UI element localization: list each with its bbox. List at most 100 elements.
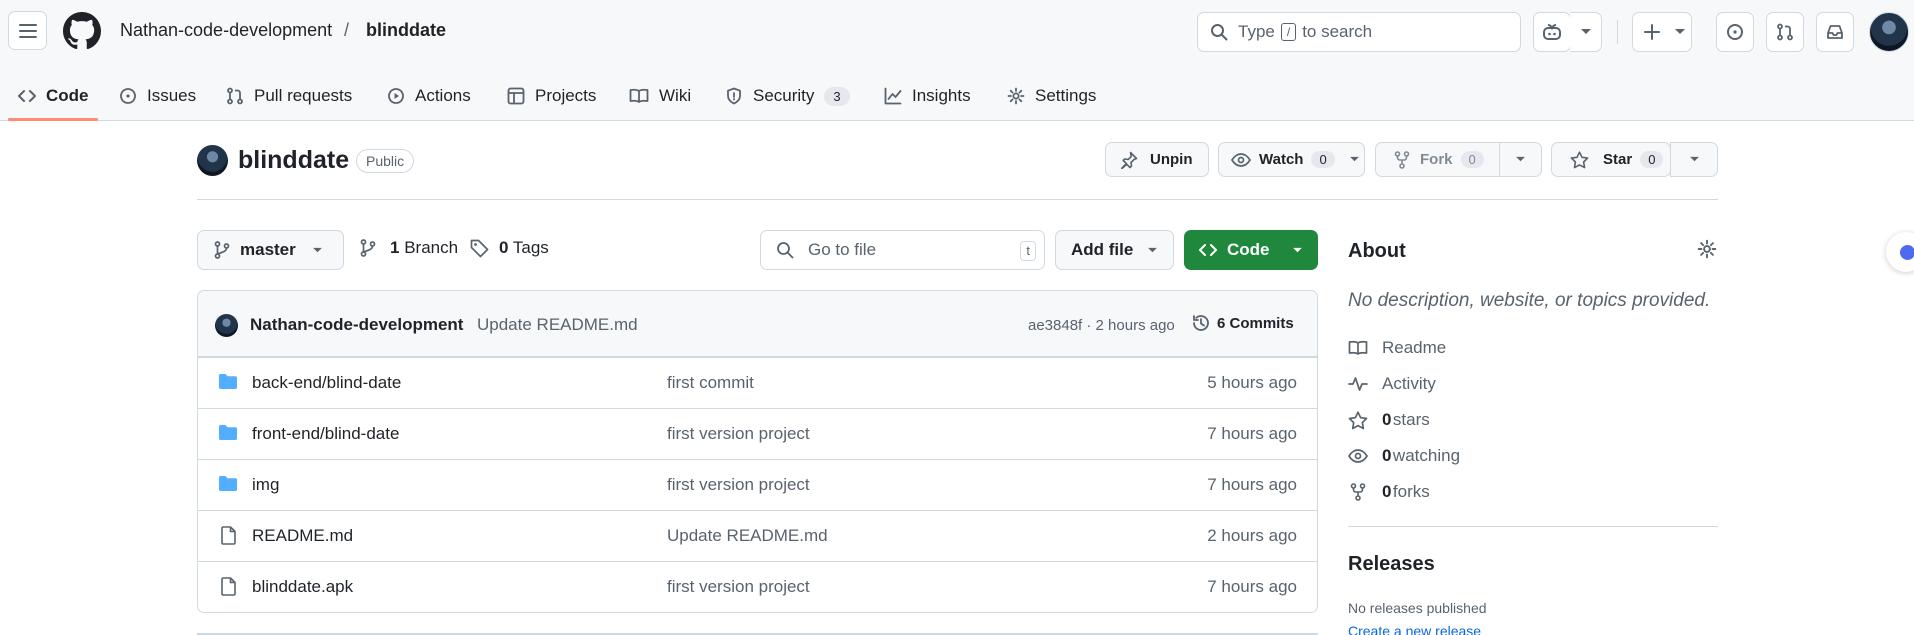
tag-count: 0: [499, 238, 509, 257]
folder-icon: [219, 425, 237, 440]
file-name[interactable]: front-end/blind-date: [252, 424, 399, 444]
file-name[interactable]: blinddate.apk: [252, 577, 353, 597]
create-new-button[interactable]: [1632, 12, 1692, 52]
file-commit-message[interactable]: first version project: [667, 475, 810, 495]
gear-icon[interactable]: [1697, 239, 1717, 259]
readme-label: Readme: [1382, 338, 1447, 357]
file-commit-time: 7 hours ago: [1207, 424, 1297, 443]
branches-link[interactable]: 1 Branch: [360, 238, 458, 258]
watch-count: 0: [1311, 151, 1335, 168]
table-row[interactable]: front-end/blind-date first version proje…: [198, 408, 1317, 459]
tab-actions-label: Actions: [415, 86, 471, 105]
eye-icon: [1348, 449, 1368, 463]
repo-title[interactable]: blinddate: [238, 146, 349, 175]
tab-code-label: Code: [46, 86, 89, 105]
breadcrumb-repo[interactable]: blinddate: [366, 20, 446, 41]
commit-hash-time[interactable]: ae3848f · 2 hours ago: [1028, 317, 1175, 334]
header-divider: [1617, 20, 1618, 44]
fork-count: 0: [1460, 151, 1484, 168]
add-file-button[interactable]: Add file: [1055, 230, 1174, 270]
tab-insights-label: Insights: [912, 86, 971, 105]
search-shortcut-key: /: [1280, 23, 1297, 41]
pull-requests-button[interactable]: [1766, 12, 1804, 52]
chevron-down-icon: [312, 247, 322, 252]
unpin-label: Unpin: [1150, 151, 1193, 168]
branch-count: 1: [390, 238, 400, 257]
tag-icon: [470, 239, 489, 257]
user-avatar[interactable]: [1869, 12, 1909, 52]
tags-link[interactable]: 0 Tags: [470, 238, 549, 258]
file-name[interactable]: img: [252, 475, 279, 495]
issues-button[interactable]: [1716, 12, 1754, 52]
fork-label: Fork: [1420, 151, 1453, 168]
tab-insights[interactable]: Insights: [884, 80, 971, 112]
branch-selector[interactable]: master: [197, 230, 344, 270]
chevron-down-icon: [1689, 156, 1699, 162]
fork-button[interactable]: Fork 0: [1375, 142, 1508, 177]
unpin-button[interactable]: Unpin: [1105, 142, 1209, 177]
pull-request-icon: [1777, 23, 1793, 41]
activity-label: Activity: [1382, 374, 1436, 393]
pull-request-icon: [227, 87, 243, 105]
file-table: Nathan-code-development Update README.md…: [197, 290, 1318, 613]
table-row[interactable]: img first version project 7 hours ago: [198, 459, 1317, 510]
commit-author[interactable]: Nathan-code-development: [250, 315, 463, 335]
repo-owner-avatar[interactable]: [197, 145, 228, 176]
commit-author-avatar[interactable]: [215, 314, 238, 337]
forks-link[interactable]: 0 forks: [1348, 482, 1430, 502]
go-to-file-input[interactable]: Go to file t: [760, 230, 1045, 270]
chevron-down-icon: [1148, 247, 1158, 252]
tab-settings[interactable]: Settings: [1007, 80, 1096, 112]
copilot-button[interactable]: [1533, 12, 1571, 52]
star-menu-button[interactable]: [1670, 142, 1718, 177]
menu-button[interactable]: [8, 11, 47, 50]
floating-assistant-button[interactable]: [1886, 232, 1914, 272]
releases-heading[interactable]: Releases: [1348, 553, 1435, 576]
branch-label: Branch: [404, 238, 459, 257]
tab-code[interactable]: Code: [18, 80, 89, 112]
star-label: Star: [1603, 151, 1633, 168]
github-logo-icon[interactable]: [63, 12, 101, 50]
tab-security[interactable]: Security 3: [725, 80, 850, 112]
commit-message[interactable]: Update README.md: [477, 315, 638, 335]
tab-issues[interactable]: Issues: [119, 80, 196, 112]
forks-count: 0: [1382, 482, 1392, 501]
issue-icon: [120, 88, 136, 104]
create-release-link[interactable]: Create a new release: [1348, 623, 1481, 635]
file-commit-message[interactable]: first version project: [667, 424, 810, 444]
star-icon: [1570, 150, 1589, 168]
watch-label: Watch: [1259, 151, 1304, 168]
stars-count: 0: [1382, 410, 1392, 429]
eye-icon: [1231, 152, 1251, 167]
watch-button[interactable]: Watch 0: [1218, 142, 1365, 177]
file-name[interactable]: back-end/blind-date: [252, 373, 401, 393]
tab-actions[interactable]: Actions: [387, 80, 471, 112]
stars-link[interactable]: 0 stars: [1348, 410, 1430, 430]
table-icon: [507, 87, 525, 105]
activity-link[interactable]: Activity: [1348, 374, 1436, 394]
inbox-button[interactable]: [1816, 12, 1854, 52]
table-row[interactable]: README.md Update README.md 2 hours ago: [198, 510, 1317, 561]
watching-link[interactable]: 0 watching: [1348, 446, 1460, 466]
table-row[interactable]: back-end/blind-date first commit 5 hours…: [198, 357, 1317, 408]
code-button[interactable]: Code: [1184, 230, 1318, 270]
file-commit-message[interactable]: first commit: [667, 373, 754, 393]
breadcrumb-owner[interactable]: Nathan-code-development: [120, 20, 332, 41]
gear-icon: [1007, 87, 1025, 105]
file-name[interactable]: README.md: [252, 526, 353, 546]
readme-link[interactable]: Readme: [1348, 338, 1446, 358]
file-commit-message[interactable]: Update README.md: [667, 526, 828, 546]
table-row[interactable]: blinddate.apk first version project 7 ho…: [198, 561, 1317, 612]
copilot-menu-button[interactable]: [1570, 12, 1602, 52]
search-input[interactable]: Type / to search: [1197, 12, 1521, 52]
repo-tabs: Code Issues Pull requests Actions Projec…: [0, 70, 1914, 121]
star-button[interactable]: Star 0: [1551, 142, 1671, 177]
tab-wiki[interactable]: Wiki: [629, 80, 691, 112]
file-commit-message[interactable]: first version project: [667, 577, 810, 597]
tab-projects[interactable]: Projects: [507, 80, 596, 112]
forks-label: forks: [1392, 482, 1430, 501]
tab-pull-requests-label: Pull requests: [254, 86, 353, 105]
commits-link[interactable]: 6 Commits: [1191, 313, 1294, 333]
fork-menu-button[interactable]: [1499, 142, 1542, 177]
tab-pull-requests[interactable]: Pull requests: [226, 80, 352, 112]
